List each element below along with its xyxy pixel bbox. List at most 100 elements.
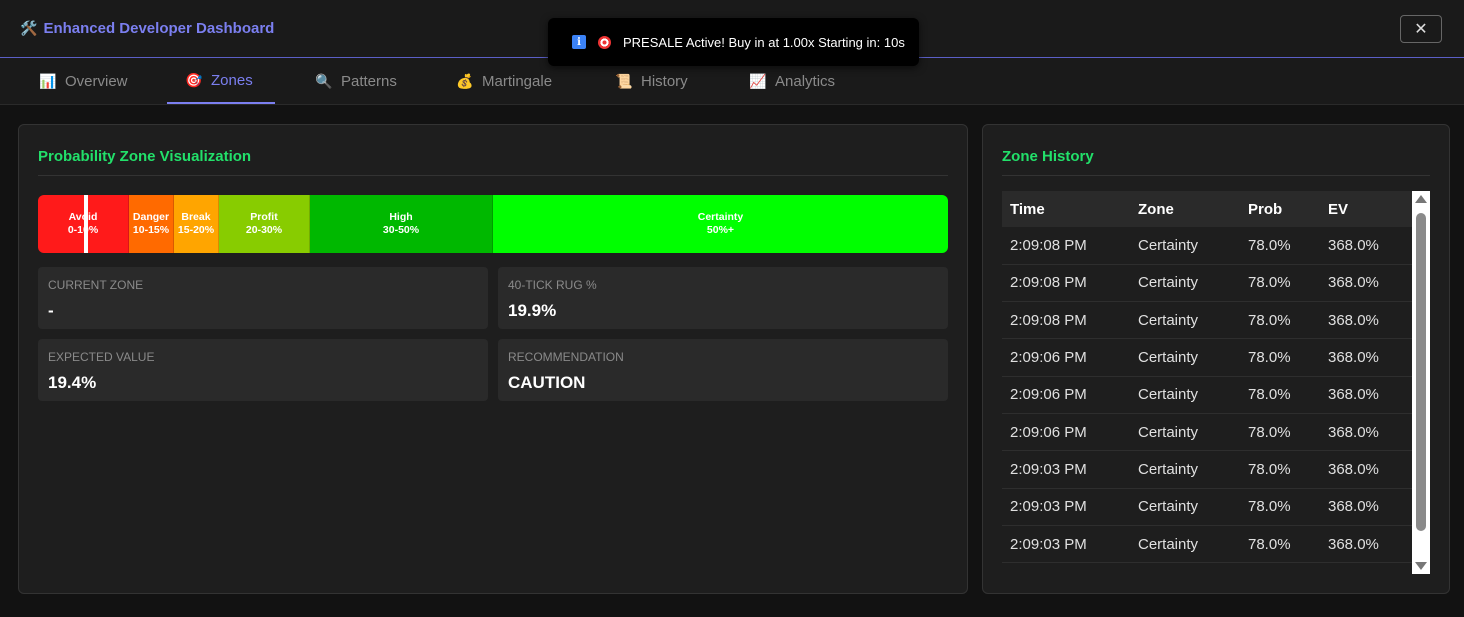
bar-chart-icon: 📊: [39, 72, 57, 89]
table-cell: 2:09:08 PM: [1002, 227, 1130, 265]
table-cell: 78.0%: [1240, 525, 1320, 564]
dashboard-title: 🛠️ Enhanced Developer Dashboard: [20, 20, 274, 37]
stat-value: -: [48, 301, 54, 320]
zone-profit: Profit 20-30%: [219, 195, 310, 253]
zone-range: 10-15%: [132, 224, 170, 236]
zone-name: Certainty: [697, 211, 744, 223]
tab-label: Overview: [65, 72, 128, 90]
tab-label: Zones: [211, 71, 253, 89]
stat-label: CURRENT ZONE: [48, 278, 144, 292]
table-cell: 368.0%: [1320, 376, 1412, 414]
table-cell: 2:09:06 PM: [1002, 338, 1130, 377]
table-cell: 78.0%: [1240, 488, 1320, 526]
presale-toast: i PRESALE Active! Buy in at 1.00x Starti…: [548, 18, 919, 66]
zone-range: 20-30%: [245, 224, 283, 236]
tab-patterns[interactable]: 🔍 Patterns: [297, 58, 415, 104]
column-header-ev: EV: [1320, 191, 1412, 227]
zone-range: 50%+: [706, 224, 735, 236]
zone-history-title: Zone History: [1002, 148, 1094, 165]
table-row: 2:09:08 PM Certainty 78.0% 368.0%: [1002, 264, 1412, 303]
target-icon: [598, 35, 611, 49]
tools-icon: 🛠️: [20, 20, 38, 36]
tab-overview[interactable]: 📊 Overview: [21, 58, 146, 104]
table-cell: 368.0%: [1320, 227, 1412, 265]
stat-value: CAUTION: [508, 373, 586, 392]
table-cell: 368.0%: [1320, 264, 1412, 303]
target-icon: 🎯: [185, 71, 203, 88]
zone-certainty: Certainty 50%+: [493, 195, 948, 253]
line-chart-icon: 📈: [749, 72, 767, 89]
rug-percent-card: 40-TICK RUG % 19.9%: [498, 267, 948, 329]
table-cell: 368.0%: [1320, 338, 1412, 377]
zone-break: Break 15-20%: [174, 195, 219, 253]
zone-name: High: [389, 211, 413, 223]
table-cell: Certainty: [1130, 450, 1240, 489]
expected-value-card: EXPECTED VALUE 19.4%: [38, 339, 488, 401]
table-cell: Certainty: [1130, 376, 1240, 414]
zone-name: Profit: [250, 211, 278, 223]
zone-danger: Danger 10-15%: [129, 195, 174, 253]
table-cell: Certainty: [1130, 525, 1240, 564]
table-cell: 2:09:03 PM: [1002, 525, 1130, 564]
table-cell: 2:09:08 PM: [1002, 264, 1130, 303]
table-cell: 2:09:06 PM: [1002, 413, 1130, 452]
scroll-down-arrow-icon[interactable]: [1415, 562, 1427, 570]
table-cell: 368.0%: [1320, 525, 1412, 564]
table-cell: 78.0%: [1240, 413, 1320, 452]
table-cell: Certainty: [1130, 301, 1240, 340]
close-button[interactable]: ✕: [1400, 15, 1442, 43]
zone-name: Avoid: [68, 211, 98, 223]
magnifier-icon: 🔍: [315, 72, 333, 89]
zones-panel-title: Probability Zone Visualization: [38, 148, 252, 165]
zone-history-table: Time Zone Prob EV 2:09:08 PM Certainty 78.…: [1002, 191, 1412, 564]
tab-zones[interactable]: 🎯 Zones: [167, 58, 275, 104]
current-zone-card: CURRENT ZONE -: [38, 267, 488, 329]
table-cell: Certainty: [1130, 338, 1240, 377]
table-row: 2:09:06 PM Certainty 78.0% 368.0%: [1002, 338, 1412, 377]
stat-label: 40-TICK RUG %: [508, 278, 597, 292]
table-cell: 2:09:03 PM: [1002, 450, 1130, 489]
table-cell: Certainty: [1130, 488, 1240, 526]
zone-range: 15-20%: [177, 224, 215, 236]
zone-name: Break: [181, 211, 211, 223]
table-cell: 78.0%: [1240, 227, 1320, 265]
table-cell: 78.0%: [1240, 301, 1320, 340]
tab-label: Patterns: [341, 72, 397, 90]
column-header-prob: Prob: [1240, 191, 1320, 227]
zone-range: 30-50%: [382, 224, 420, 236]
recommendation-card: RECOMMENDATION CAUTION: [498, 339, 948, 401]
zone-history-table-container[interactable]: Time Zone Prob EV 2:09:08 PM Certainty 78.…: [1002, 191, 1430, 574]
toast-text: PRESALE Active! Buy in at 1.00x Starting…: [623, 34, 905, 50]
table-cell: 2:09:08 PM: [1002, 301, 1130, 340]
table-cell: 78.0%: [1240, 264, 1320, 303]
table-row: 2:09:03 PM Certainty 78.0% 368.0%: [1002, 488, 1412, 526]
table-cell: 368.0%: [1320, 488, 1412, 526]
dashboard-title-text: Enhanced Developer Dashboard: [43, 20, 275, 37]
money-bag-icon: 💰: [456, 72, 474, 89]
table-header-row: Time Zone Prob EV: [1002, 191, 1412, 227]
current-position-marker: [84, 195, 88, 253]
table-scrollbar[interactable]: [1412, 191, 1430, 574]
zone-range: 0-10%: [67, 224, 99, 236]
table-cell: Certainty: [1130, 227, 1240, 265]
table-cell: 2:09:03 PM: [1002, 488, 1130, 526]
table-cell: 78.0%: [1240, 450, 1320, 489]
table-row: 2:09:03 PM Certainty 78.0% 368.0%: [1002, 525, 1412, 564]
table-row: 2:09:08 PM Certainty 78.0% 368.0%: [1002, 227, 1412, 265]
table-row: 2:09:03 PM Certainty 78.0% 368.0%: [1002, 450, 1412, 489]
column-header-zone: Zone: [1130, 191, 1240, 227]
table-row: 2:09:06 PM Certainty 78.0% 368.0%: [1002, 376, 1412, 414]
table-row: 2:09:08 PM Certainty 78.0% 368.0%: [1002, 301, 1412, 340]
stat-value: 19.4%: [48, 373, 97, 392]
scroll-up-arrow-icon[interactable]: [1415, 195, 1427, 203]
scroll-icon: 📜: [615, 72, 633, 89]
probability-zone-bar: Avoid 0-10% Danger 10-15% Break 15-20% P…: [38, 195, 948, 253]
table-cell: Certainty: [1130, 264, 1240, 303]
table-cell: 368.0%: [1320, 450, 1412, 489]
tab-label: Martingale: [482, 72, 553, 90]
zone-name: Danger: [132, 211, 170, 223]
scrollbar-thumb[interactable]: [1416, 213, 1426, 531]
info-icon: i: [572, 35, 586, 49]
table-cell: 368.0%: [1320, 301, 1412, 340]
tab-label: History: [641, 72, 688, 90]
